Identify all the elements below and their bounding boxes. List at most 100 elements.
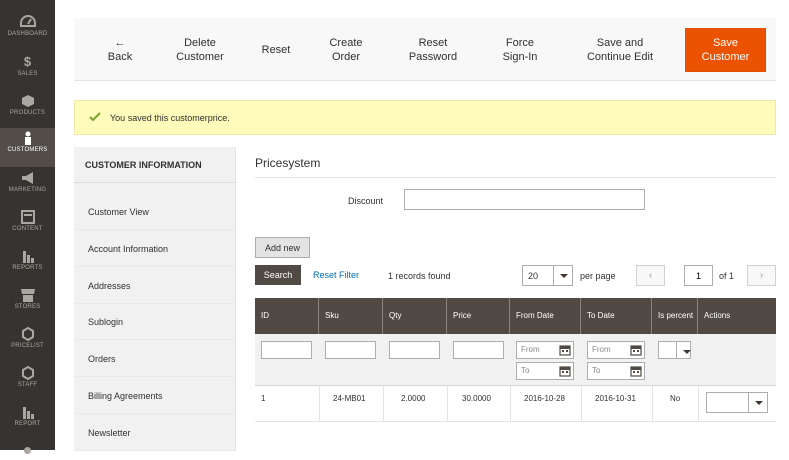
- previous-page-button[interactable]: ‹: [636, 265, 665, 286]
- sidebar-item-products[interactable]: PRODUCTS: [0, 91, 55, 130]
- cell-from-date: 2016-10-28: [524, 394, 565, 403]
- box-icon: [21, 95, 34, 107]
- search-button[interactable]: Search: [255, 265, 301, 285]
- sidebar-item-label: CUSTOMERS: [7, 147, 48, 153]
- discount-input[interactable]: [404, 189, 645, 210]
- cell-is-percent: No: [670, 394, 681, 403]
- column-header-is-percent[interactable]: Is percent: [652, 298, 698, 334]
- sidebar-item-label: SALES: [17, 71, 38, 77]
- section-divider: [255, 177, 776, 178]
- section-title: Pricesystem: [255, 156, 321, 170]
- filter-to-date-to[interactable]: To: [587, 362, 645, 380]
- tab-sublogin[interactable]: Sublogin: [74, 303, 236, 340]
- checkmark-icon: [89, 112, 101, 122]
- column-header-sku[interactable]: Sku: [319, 298, 383, 334]
- megaphone-icon: [21, 172, 33, 184]
- calendar-icon[interactable]: [559, 365, 571, 377]
- column-header-qty[interactable]: Qty: [383, 298, 447, 334]
- column-header-to-date[interactable]: To Date: [581, 298, 652, 334]
- person-icon: [24, 131, 31, 145]
- back-arrow-icon: ←: [114, 37, 126, 49]
- cell-to-date: 2016-10-31: [595, 394, 636, 403]
- table-row: 1 24-MB01 2.0000 30.0000 2016-10-28 2016…: [255, 386, 776, 422]
- save-and-continue-button[interactable]: Save and Continue Edit: [578, 28, 662, 72]
- tab-newsletter[interactable]: Newsletter: [74, 414, 236, 451]
- sidebar-item-label: PRODUCTS: [9, 110, 46, 116]
- sidebar-item-label: DASHBOARD: [7, 31, 48, 37]
- sidebar-item-report[interactable]: REPORT: [0, 402, 55, 441]
- bar-chart-icon: [22, 251, 34, 263]
- back-button[interactable]: ← Back: [94, 28, 146, 72]
- sidebar-item-label: REPORT: [14, 421, 41, 427]
- sidebar-item-pricelist[interactable]: PRICELIST: [0, 324, 55, 363]
- layout-icon: [20, 210, 35, 224]
- sidebar-item-staff[interactable]: STAFF: [0, 363, 55, 402]
- tab-addresses[interactable]: Addresses: [74, 267, 236, 304]
- reset-filter-link[interactable]: Reset Filter: [313, 270, 359, 280]
- sidebar-item-reports[interactable]: REPORTS: [0, 246, 55, 285]
- customer-info-tabs: CUSTOMER INFORMATION Customer View Accou…: [74, 147, 236, 451]
- page-count: of 1: [719, 271, 735, 281]
- cell-id: 1: [261, 394, 266, 403]
- sidebar-item-stores[interactable]: STORES: [0, 285, 55, 324]
- page-actions-toolbar: ← Back Delete Customer Reset Create Order R…: [74, 18, 776, 81]
- filter-qty-input[interactable]: [389, 341, 440, 359]
- per-page-select[interactable]: 20: [522, 265, 573, 286]
- filter-to-date-from[interactable]: From: [587, 341, 645, 359]
- dollar-icon: $: [23, 54, 32, 69]
- cell-price: 30.0000: [462, 394, 491, 403]
- force-signin-button[interactable]: Force Sign-In: [492, 28, 548, 72]
- calendar-icon[interactable]: [559, 344, 571, 356]
- chevron-down-icon: [553, 266, 572, 285]
- delete-customer-button[interactable]: Delete Customer: [170, 28, 230, 72]
- admin-sidebar: DASHBOARD $ SALES PRODUCTS CUSTOMERS MAR…: [0, 0, 55, 454]
- sidebar-item-sales[interactable]: $ SALES: [0, 52, 55, 91]
- cell-sku: 24-MB01: [333, 394, 366, 403]
- create-order-button[interactable]: Create Order: [318, 28, 374, 72]
- grid-header: ID Sku Qty Price From Date To Date Is pe…: [255, 298, 776, 334]
- sidebar-item-content[interactable]: CONTENT: [0, 207, 55, 246]
- sidebar-item-marketing[interactable]: MARKETING: [0, 168, 55, 207]
- bar-chart-icon: [22, 407, 34, 419]
- sidebar-item-label: REPORTS: [12, 265, 43, 271]
- tab-orders[interactable]: Orders: [74, 340, 236, 377]
- column-header-price[interactable]: Price: [447, 298, 510, 334]
- save-customer-button[interactable]: Save Customer: [685, 28, 766, 72]
- next-page-button[interactable]: ›: [747, 265, 776, 286]
- add-new-button[interactable]: Add new: [255, 237, 310, 258]
- column-header-id[interactable]: ID: [255, 298, 319, 334]
- sidebar-item-label: PRICELIST: [11, 343, 44, 349]
- filter-sku-input[interactable]: [325, 341, 376, 359]
- sidebar-item-label: STORES: [14, 304, 41, 310]
- filter-from-date-to[interactable]: To: [516, 362, 574, 380]
- sidebar-item-label: CONTENT: [12, 226, 43, 232]
- tab-account-information[interactable]: Account Information: [74, 230, 236, 267]
- column-header-actions: Actions: [704, 311, 731, 320]
- page-number-input[interactable]: [684, 265, 713, 286]
- reset-password-button[interactable]: Reset Password: [398, 28, 468, 72]
- chevron-down-icon: [676, 342, 691, 358]
- calendar-icon[interactable]: [630, 365, 642, 377]
- cell-qty: 2.0000: [401, 394, 426, 403]
- filter-is-percent-select[interactable]: [658, 341, 691, 359]
- sidebar-item-dashboard[interactable]: DASHBOARD: [0, 12, 55, 51]
- sidebar-item-customers[interactable]: CUSTOMERS: [0, 128, 55, 167]
- tab-billing-agreements[interactable]: Billing Agreements: [74, 377, 236, 414]
- hexagon-icon: [21, 327, 34, 341]
- row-actions-select[interactable]: [706, 392, 768, 413]
- sidebar-item-label: MARKETING: [8, 187, 47, 193]
- grid-filter-row: From To From To: [255, 334, 776, 386]
- tabs-title: CUSTOMER INFORMATION: [74, 147, 236, 183]
- filter-from-date-from[interactable]: From: [516, 341, 574, 359]
- reset-button[interactable]: Reset: [252, 28, 300, 72]
- filter-price-input[interactable]: [453, 341, 504, 359]
- calendar-icon[interactable]: [630, 344, 642, 356]
- filter-id-input[interactable]: [261, 341, 312, 359]
- per-page-label: per page: [580, 271, 616, 281]
- column-header-from-date[interactable]: From Date: [510, 298, 581, 334]
- hexagon-icon: [21, 366, 34, 380]
- tab-customer-view[interactable]: Customer View: [74, 193, 236, 230]
- chevron-down-icon: [748, 393, 767, 412]
- dashboard-icon: [19, 15, 36, 27]
- success-message: You saved this customerprice.: [74, 100, 776, 135]
